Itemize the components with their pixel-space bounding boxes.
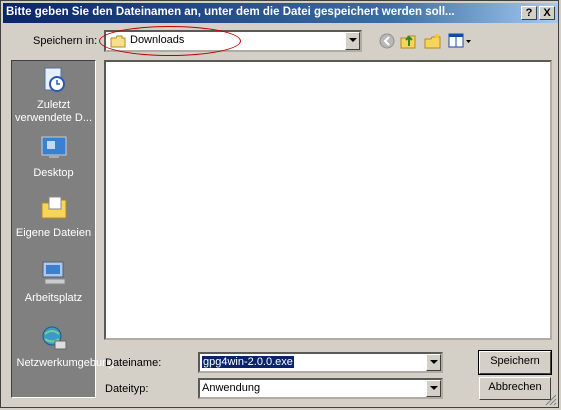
my-computer-icon [42,261,65,285]
cancel-button[interactable]: Abbrechen [479,377,551,400]
resize-grip-icon[interactable] [545,394,557,406]
help-button[interactable]: ? [521,6,537,20]
filename-value[interactable]: gpg4win-2.0.0.exe [202,356,294,368]
places-bar: Zuletzt verwendete D... Desktop Eigene D… [11,60,115,398]
place-label: Desktop [33,167,74,179]
title-bar[interactable]: Bitte geben Sie den Dateinamen an, unter… [3,3,558,23]
file-list[interactable] [104,60,552,340]
filename-label: Dateiname: [105,357,162,369]
place-label: Eigene Dateien [15,227,92,239]
place-recent[interactable]: Zuletzt verwendete D... [12,65,95,125]
filetype-label: Dateityp: [105,383,149,395]
view-menu-icon[interactable] [447,31,473,51]
place-network[interactable]: Netzwerkumgebung [12,323,115,370]
dialog-title: Bitte geben Sie den Dateinamen an, unter… [6,6,455,18]
close-button[interactable]: X [539,6,555,20]
place-desktop[interactable]: Desktop [12,133,95,180]
filename-dropdown-button[interactable] [426,354,441,371]
place-my-documents[interactable]: Eigene Dateien [12,193,95,240]
my-documents-icon [41,196,66,219]
place-my-computer[interactable]: Arbeitsplatz [12,258,95,305]
filetype-dropdown-button[interactable] [426,380,441,397]
new-folder-icon[interactable] [423,31,443,51]
recent-documents-icon [44,67,65,92]
save-dialog: Bitte geben Sie den Dateinamen an, unter… [0,0,559,408]
save-button[interactable]: Speichern [478,350,552,375]
up-folder-icon[interactable] [399,31,419,51]
place-label: Arbeitsplatz [24,292,83,304]
save-in-label: Speichern in: [33,35,98,47]
place-label: Zuletzt verwendete D... [14,99,93,124]
place-label: Netzwerkumgebung [16,357,115,369]
highlight-annotation [99,26,241,56]
filetype-dropdown[interactable]: Anwendung [198,378,443,399]
back-icon[interactable] [377,31,397,51]
network-icon [42,326,66,350]
desktop-icon [41,136,66,158]
save-in-dropdown-button[interactable] [345,32,360,50]
filename-field[interactable]: gpg4win-2.0.0.exe [198,352,443,373]
filetype-value: Anwendung [202,382,261,394]
